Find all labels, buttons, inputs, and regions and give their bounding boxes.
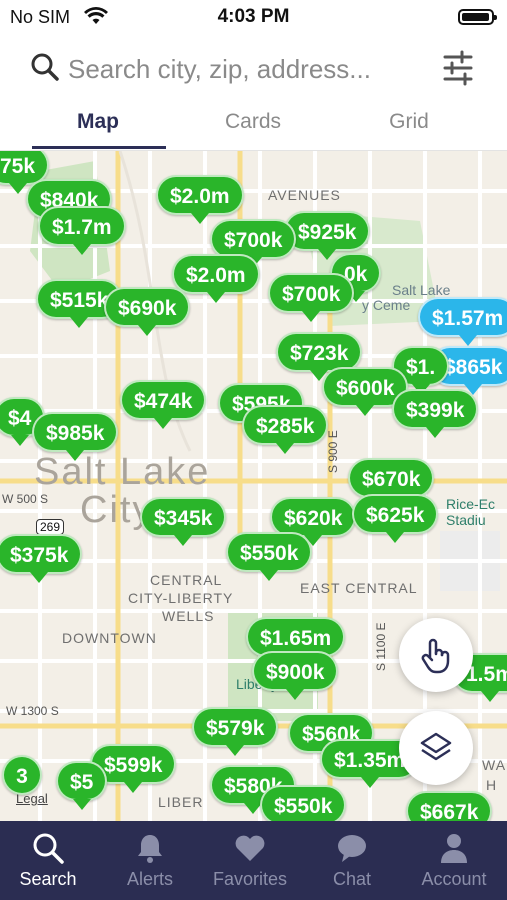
- search-icon: [0, 831, 98, 865]
- price-pin[interactable]: $670k: [348, 458, 435, 507]
- tab-cards[interactable]: Cards: [193, 110, 313, 134]
- map-label-poi: y Ceme: [362, 297, 411, 313]
- map-layers-button[interactable]: [399, 711, 473, 785]
- nav-label: Chat: [332, 869, 372, 889]
- search-icon: [30, 52, 60, 87]
- street-label: S 900 E: [326, 430, 340, 473]
- street-label: W 1300 S: [6, 704, 59, 718]
- map-label-poi: Salt Lake: [392, 282, 451, 298]
- nav-search[interactable]: Search: [0, 831, 98, 890]
- price-pin[interactable]: $985k: [32, 412, 119, 461]
- cluster-pin[interactable]: 3: [2, 755, 42, 795]
- clock: 4:03 PM: [217, 6, 290, 27]
- price-pin[interactable]: $620k: [270, 497, 357, 546]
- nav-account[interactable]: Account: [404, 831, 504, 890]
- nav-label: Search: [19, 869, 77, 889]
- price-pin[interactable]: $285k: [242, 405, 329, 454]
- map-label-poi: Stadiu: [446, 512, 486, 528]
- price-pin[interactable]: $5: [56, 761, 108, 810]
- price-pin[interactable]: $723k: [276, 332, 363, 381]
- price-pin[interactable]: $399k: [392, 389, 479, 438]
- route-shield: 269: [36, 519, 65, 535]
- map-label-neighborhood: CITY-LIBERTY: [128, 590, 234, 606]
- nav-label: Favorites: [212, 869, 288, 889]
- map-label-neighborhood: WELLS: [162, 608, 215, 624]
- price-pin[interactable]: $474k: [120, 380, 207, 429]
- person-icon: [404, 831, 504, 865]
- nav-favorites[interactable]: Favorites: [200, 831, 300, 890]
- price-pin[interactable]: $700k: [268, 273, 355, 322]
- nav-label: Account: [421, 869, 487, 889]
- price-pin[interactable]: $700k: [210, 219, 297, 268]
- draw-search-button[interactable]: [399, 618, 473, 692]
- map-label-avenues: AVENUES: [268, 187, 341, 203]
- battery-icon: [458, 9, 497, 25]
- bell-icon: [100, 831, 200, 865]
- map-label-downtown: DOWNTOWN: [62, 630, 157, 646]
- map-label-neighborhood: H: [486, 777, 498, 793]
- map-label-neighborhood: CENTRAL: [150, 572, 223, 588]
- search-bar: [0, 38, 507, 98]
- status-bar: No SIM 4:03 PM: [0, 0, 507, 34]
- price-pin[interactable]: $579k: [192, 707, 279, 756]
- price-pin[interactable]: $345k: [140, 497, 227, 546]
- nav-alerts[interactable]: Alerts: [100, 831, 200, 890]
- price-pin[interactable]: $2.0m: [172, 254, 260, 303]
- price-pin[interactable]: $900k: [252, 651, 339, 700]
- view-tabs: Map Cards Grid: [0, 100, 507, 151]
- chat-icon: [302, 831, 402, 865]
- nav-chat[interactable]: Chat: [302, 831, 402, 890]
- map-label-neighborhood: WA: [482, 757, 507, 773]
- price-pin[interactable]: $690k: [104, 287, 191, 336]
- price-pin[interactable]: $2.0m: [156, 175, 244, 224]
- street-label: S 1100 E: [374, 622, 388, 671]
- active-tab-indicator: [32, 146, 166, 149]
- price-pin[interactable]: $375k: [0, 534, 83, 583]
- price-pin[interactable]: $925k: [284, 211, 371, 260]
- price-pin[interactable]: $1.7m: [38, 206, 126, 255]
- map-label-neighborhood: LIBER: [158, 794, 204, 810]
- nav-label: Alerts: [126, 869, 173, 889]
- search-input[interactable]: [68, 52, 428, 86]
- map-label-city: Salt Lake: [34, 451, 211, 493]
- price-pin-selected[interactable]: $1.57m: [418, 297, 507, 346]
- price-pin[interactable]: $625k: [352, 494, 439, 543]
- bottom-tab-bar: Search Alerts Favorites Chat Account: [0, 821, 507, 900]
- street-label: W 500 S: [2, 492, 49, 506]
- tab-grid[interactable]: Grid: [349, 110, 469, 134]
- price-pin[interactable]: $550k: [260, 785, 347, 821]
- map-view[interactable]: Salt Lake City CENTRAL CITY-LIBERTY WELL…: [0, 151, 507, 821]
- price-pin[interactable]: $667k: [406, 791, 493, 821]
- filter-sliders-icon[interactable]: [440, 50, 476, 91]
- map-label-east-central: EAST CENTRAL: [300, 580, 418, 596]
- heart-icon: [200, 831, 300, 865]
- price-pin[interactable]: $550k: [226, 532, 313, 581]
- tab-map[interactable]: Map: [38, 110, 158, 134]
- map-label-poi: Rice-Ec: [446, 496, 496, 512]
